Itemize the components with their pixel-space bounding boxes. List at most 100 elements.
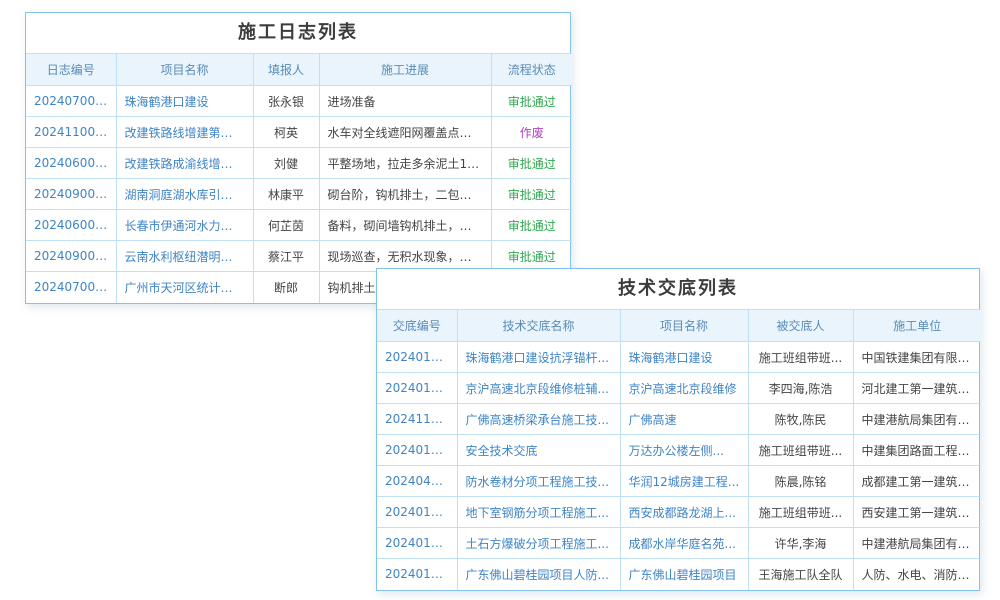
disclosure-name-cell[interactable]: 珠海鹤港口建设抗浮锚杆... [457, 342, 620, 373]
log-id-cell[interactable]: 2024090009 [26, 179, 116, 210]
project-name-cell[interactable]: 广东佛山碧桂园项目 [620, 559, 748, 590]
unit-cell: 成都建工第一建筑有... [853, 466, 981, 497]
tech-disclosure-table: 交底编号 技术交底名称 项目名称 被交底人 施工单位 2024010003 珠海… [377, 309, 981, 590]
reporter-cell: 刘健 [253, 148, 319, 179]
disclosure-header-row: 交底编号 技术交底名称 项目名称 被交底人 施工单位 [377, 310, 981, 342]
table-row: 2024010002 土石方爆破分项工程施工... 成都水岸华庭名苑... 许华… [377, 528, 981, 559]
progress-cell: 平整场地，拉走多余泥土15... [319, 148, 491, 179]
log-col-project: 项目名称 [116, 54, 253, 86]
log-col-status: 流程状态 [491, 54, 572, 86]
project-name-cell[interactable]: 长春市伊通河水力发电厂... [116, 210, 253, 241]
unit-cell: 河北建工第一建筑有... [853, 373, 981, 404]
disclosure-id-cell[interactable]: 2024010004 [377, 373, 457, 404]
project-name-cell[interactable]: 万达办公楼左侧... [620, 435, 748, 466]
disclosure-id-cell[interactable]: 2024010002 [377, 497, 457, 528]
disclosure-col-id: 交底编号 [377, 310, 457, 342]
status-badge: 审批通过 [491, 148, 572, 179]
progress-cell: 砌台阶，钩机排土，二包砌... [319, 179, 491, 210]
disclosure-name-cell[interactable]: 广东佛山碧桂园项目人防... [457, 559, 620, 590]
disclosure-id-cell[interactable]: 2024040001 [377, 466, 457, 497]
log-id-cell[interactable]: 2024070011 [26, 272, 116, 303]
log-col-id: 日志编号 [26, 54, 116, 86]
disclosure-id-cell[interactable]: 2024010001 [377, 559, 457, 590]
table-row: 2024060006 改建铁路成渝线增建第二... 刘健 平整场地，拉走多余泥土… [26, 148, 572, 179]
log-col-progress: 施工进展 [319, 54, 491, 86]
log-col-reporter: 填报人 [253, 54, 319, 86]
progress-cell: 进场准备 [319, 86, 491, 117]
project-name-cell[interactable]: 广州市天河区统计局机房... [116, 272, 253, 303]
reporter-cell: 断郎 [253, 272, 319, 303]
disclosure-name-cell[interactable]: 地下室钢筋分项工程施工... [457, 497, 620, 528]
disclosure-id-cell[interactable]: 2024010003 [377, 435, 457, 466]
unit-cell: 中建港航局集团有限... [853, 528, 981, 559]
progress-cell: 水车对全线遮阳网覆盖点进... [319, 117, 491, 148]
status-badge: 审批通过 [491, 241, 572, 272]
progress-cell: 现场巡查，无积水现象，水... [319, 241, 491, 272]
table-row: 2024070011 珠海鹤港口建设 张永银 进场准备 审批通过 [26, 86, 572, 117]
reporter-cell: 何芷茵 [253, 210, 319, 241]
table-row: 2024110001 广佛高速桥梁承台施工技... 广佛高速 陈牧,陈民 中建港… [377, 404, 981, 435]
tech-disclosure-title: 技术交底列表 [377, 269, 979, 309]
unit-cell: 中建港航局集团有限... [853, 404, 981, 435]
project-name-cell[interactable]: 珠海鹤港口建设 [116, 86, 253, 117]
project-name-cell[interactable]: 珠海鹤港口建设 [620, 342, 748, 373]
disclosure-id-cell[interactable]: 2024010002 [377, 528, 457, 559]
disclosure-name-cell[interactable]: 广佛高速桥梁承台施工技... [457, 404, 620, 435]
project-name-cell[interactable]: 湖南洞庭湖水库引水工程... [116, 179, 253, 210]
receiver-cell: 陈牧,陈民 [748, 404, 853, 435]
table-row: 2024010002 地下室钢筋分项工程施工... 西安成都路龙湖上... 施工… [377, 497, 981, 528]
project-name-cell[interactable]: 改建铁路线增建第二线直... [116, 117, 253, 148]
table-row: 2024110002 改建铁路线增建第二线直... 柯英 水车对全线遮阳网覆盖点… [26, 117, 572, 148]
table-row: 2024090009 湖南洞庭湖水库引水工程... 林康平 砌台阶，钩机排土，二… [26, 179, 572, 210]
disclosure-name-cell[interactable]: 安全技术交底 [457, 435, 620, 466]
status-badge: 审批通过 [491, 179, 572, 210]
receiver-cell: 施工班组带班... [748, 435, 853, 466]
log-id-cell[interactable]: 2024090009 [26, 241, 116, 272]
table-row: 2024010003 安全技术交底 万达办公楼左侧... 施工班组带班... 中… [377, 435, 981, 466]
disclosure-name-cell[interactable]: 防水卷材分项工程施工技... [457, 466, 620, 497]
disclosure-name-cell[interactable]: 土石方爆破分项工程施工... [457, 528, 620, 559]
progress-cell: 备料，砌间墙钩机排土，瓦... [319, 210, 491, 241]
project-name-cell[interactable]: 华润12城房建工程... [620, 466, 748, 497]
project-name-cell[interactable]: 成都水岸华庭名苑... [620, 528, 748, 559]
tech-disclosure-panel: 技术交底列表 交底编号 技术交底名称 项目名称 被交底人 施工单位 202401… [376, 268, 980, 591]
disclosure-id-cell[interactable]: 2024010003 [377, 342, 457, 373]
disclosure-col-unit: 施工单位 [853, 310, 981, 342]
log-id-cell[interactable]: 2024110002 [26, 117, 116, 148]
construction-log-title: 施工日志列表 [26, 13, 570, 53]
project-name-cell[interactable]: 改建铁路成渝线增建第二... [116, 148, 253, 179]
receiver-cell: 施工班组带班... [748, 342, 853, 373]
receiver-cell: 王海施工队全队 [748, 559, 853, 590]
project-name-cell[interactable]: 西安成都路龙湖上... [620, 497, 748, 528]
unit-cell: 中国铁建集团有限公司 [853, 342, 981, 373]
project-name-cell[interactable]: 云南水利枢纽潜明水库一... [116, 241, 253, 272]
unit-cell: 中建集团路面工程有... [853, 435, 981, 466]
reporter-cell: 蔡江平 [253, 241, 319, 272]
receiver-cell: 李四海,陈浩 [748, 373, 853, 404]
receiver-cell: 许华,李海 [748, 528, 853, 559]
receiver-cell: 陈晨,陈铭 [748, 466, 853, 497]
table-row: 2024040001 防水卷材分项工程施工技... 华润12城房建工程... 陈… [377, 466, 981, 497]
table-row: 2024090009 云南水利枢纽潜明水库一... 蔡江平 现场巡查，无积水现象… [26, 241, 572, 272]
status-badge: 审批通过 [491, 86, 572, 117]
log-id-cell[interactable]: 2024060006 [26, 148, 116, 179]
disclosure-col-receiver: 被交底人 [748, 310, 853, 342]
table-row: 2024060005 长春市伊通河水力发电厂... 何芷茵 备料，砌间墙钩机排土… [26, 210, 572, 241]
construction-log-table: 日志编号 项目名称 填报人 施工进展 流程状态 2024070011 珠海鹤港口… [26, 53, 572, 303]
project-name-cell[interactable]: 京沪高速北京段维修 [620, 373, 748, 404]
log-id-cell[interactable]: 2024060005 [26, 210, 116, 241]
disclosure-id-cell[interactable]: 2024110001 [377, 404, 457, 435]
receiver-cell: 施工班组带班... [748, 497, 853, 528]
disclosure-name-cell[interactable]: 京沪高速北京段维修桩辅... [457, 373, 620, 404]
disclosure-col-name: 技术交底名称 [457, 310, 620, 342]
status-badge: 审批通过 [491, 210, 572, 241]
construction-log-panel: 施工日志列表 日志编号 项目名称 填报人 施工进展 流程状态 202407001… [25, 12, 571, 304]
log-header-row: 日志编号 项目名称 填报人 施工进展 流程状态 [26, 54, 572, 86]
log-id-cell[interactable]: 2024070011 [26, 86, 116, 117]
unit-cell: 人防、水电、消防暖通... [853, 559, 981, 590]
reporter-cell: 柯英 [253, 117, 319, 148]
project-name-cell[interactable]: 广佛高速 [620, 404, 748, 435]
disclosure-col-project: 项目名称 [620, 310, 748, 342]
page: 施工日志列表 日志编号 项目名称 填报人 施工进展 流程状态 202407001… [0, 0, 1000, 600]
unit-cell: 西安建工第一建筑有... [853, 497, 981, 528]
